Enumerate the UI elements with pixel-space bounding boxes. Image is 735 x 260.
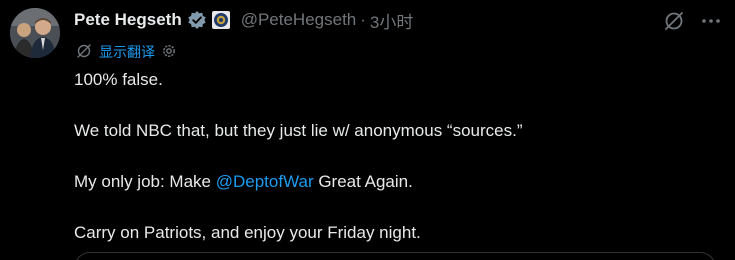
tweet-line-1: 100% false. bbox=[74, 70, 163, 89]
timestamp[interactable]: 3小时 bbox=[370, 8, 413, 33]
tweet-header: Pete Hegseth @PeteHegseth · 3小时 bbox=[74, 8, 413, 32]
time-separator: · bbox=[360, 10, 366, 29]
media-card-edge[interactable] bbox=[74, 252, 716, 260]
show-translation[interactable]: 显示翻译 bbox=[76, 42, 177, 62]
more-options-icon[interactable] bbox=[700, 12, 722, 30]
grok-icon[interactable] bbox=[663, 10, 685, 32]
show-translation-link[interactable]: 显示翻译 bbox=[99, 42, 155, 62]
tweet-card[interactable]: Pete Hegseth @PeteHegseth · 3小时 显示翻译 100… bbox=[0, 0, 735, 260]
mention-link[interactable]: @DeptofWar bbox=[216, 172, 314, 191]
author-name[interactable]: Pete Hegseth bbox=[74, 10, 182, 30]
tweet-line-4: Carry on Patriots, and enjoy your Friday… bbox=[74, 223, 421, 242]
verified-badge-icon[interactable] bbox=[187, 10, 207, 30]
tweet-text: 100% false. We told NBC that, but they j… bbox=[74, 68, 714, 260]
gear-icon[interactable] bbox=[161, 43, 177, 62]
tweet-line-3-end: Great Again. bbox=[313, 172, 413, 191]
avatar[interactable] bbox=[10, 8, 60, 58]
author-handle[interactable]: @PeteHegseth bbox=[241, 10, 357, 30]
grok-translate-icon bbox=[76, 43, 92, 62]
tweet-line-3-start: My only job: Make bbox=[74, 172, 216, 191]
government-seal-icon[interactable] bbox=[211, 10, 231, 30]
tweet-line-2: We told NBC that, but they just lie w/ a… bbox=[74, 121, 523, 140]
tweet-line-3: My only job: Make @DeptofWar Great Again… bbox=[74, 170, 714, 194]
